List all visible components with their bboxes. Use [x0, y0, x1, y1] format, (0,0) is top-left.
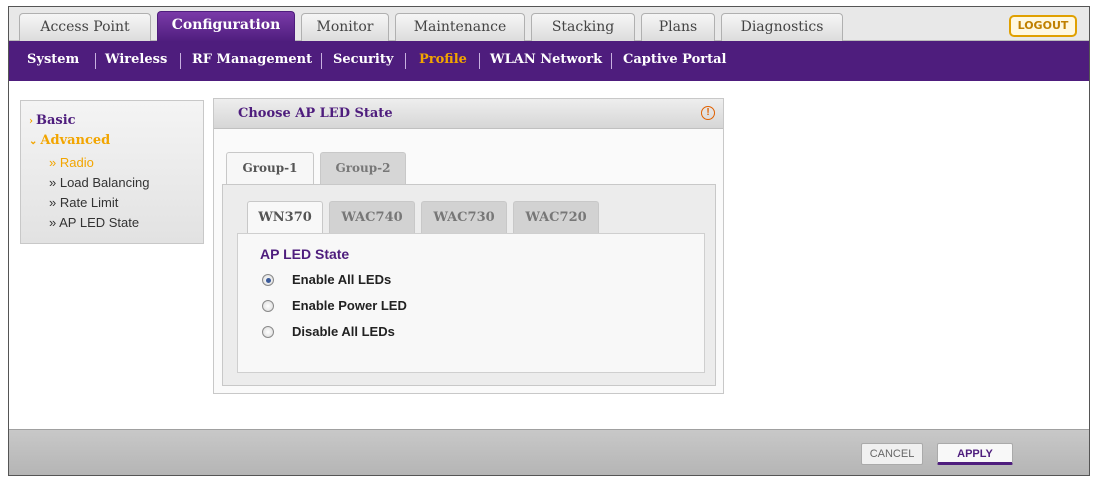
left-nav-item-load-balancing[interactable]: » Load Balancing [49, 175, 149, 190]
tab-model-wac730[interactable]: WAC730 [421, 201, 507, 233]
tab-model-wac720[interactable]: WAC720 [513, 201, 599, 233]
left-nav: › Basic ⌄ Advanced » Radio » Load Balancin… [20, 100, 204, 244]
tab-group-2[interactable]: Group-2 [320, 152, 406, 184]
left-nav-basic[interactable]: › Basic [29, 113, 76, 128]
subnav-separator [611, 53, 612, 69]
left-nav-item-rate-limit[interactable]: » Rate Limit [49, 195, 118, 210]
tab-model-wn370[interactable]: WN370 [247, 201, 323, 234]
left-nav-item-ap-led-state[interactable]: » AP LED State [49, 215, 139, 230]
subnav-separator [95, 53, 96, 69]
tab-group-1[interactable]: Group-1 [226, 152, 314, 185]
subnav-captive-portal[interactable]: Captive Portal [623, 52, 726, 67]
subnav-system[interactable]: System [27, 52, 79, 67]
subnav-separator [405, 53, 406, 69]
subnav-separator [180, 53, 181, 69]
model-content: AP LED State Enable All LEDs Enable Powe… [237, 233, 705, 373]
section-title: AP LED State [260, 246, 350, 262]
panel-header: Choose AP LED State ! [214, 99, 723, 129]
logout-button[interactable]: LOGOUT [1009, 15, 1077, 37]
tab-model-wac740[interactable]: WAC740 [329, 201, 415, 233]
group-content: WN370 WAC740 WAC730 WAC720 AP LED State … [222, 184, 716, 386]
radio-disable-all-leds[interactable] [262, 326, 274, 338]
top-tab-bar: Access Point Configuration Monitor Maint… [9, 7, 1089, 42]
chevron-down-icon: ⌄ [29, 136, 38, 147]
option-label: Enable All LEDs [292, 272, 392, 287]
panel-title: Choose AP LED State [238, 106, 393, 121]
left-nav-advanced[interactable]: ⌄ Advanced [29, 133, 110, 148]
cancel-button[interactable]: CANCEL [861, 443, 923, 465]
ap-led-panel: Choose AP LED State ! Group-1 Group-2 WN… [213, 98, 724, 394]
tab-monitor[interactable]: Monitor [301, 13, 389, 41]
sub-nav-bar: System Wireless RF Management Security P… [9, 41, 1089, 81]
radio-enable-all-leds[interactable] [262, 274, 274, 286]
footer-bar: CANCEL APPLY [9, 429, 1089, 475]
subnav-security[interactable]: Security [333, 52, 393, 67]
tab-diagnostics[interactable]: Diagnostics [721, 13, 843, 41]
apply-button[interactable]: APPLY [937, 443, 1013, 465]
subnav-separator [321, 53, 322, 69]
subnav-wlan-network[interactable]: WLAN Network [490, 52, 602, 67]
tab-maintenance[interactable]: Maintenance [395, 13, 525, 41]
help-icon[interactable]: ! [701, 106, 715, 120]
radio-enable-power-led[interactable] [262, 300, 274, 312]
tab-access-point[interactable]: Access Point [19, 13, 151, 41]
subnav-rf-management[interactable]: RF Management [192, 52, 312, 67]
subnav-separator [479, 53, 480, 69]
tab-configuration[interactable]: Configuration [157, 11, 295, 42]
subnav-wireless[interactable]: Wireless [105, 52, 167, 67]
subnav-profile[interactable]: Profile [419, 52, 467, 67]
app-frame: Access Point Configuration Monitor Maint… [8, 6, 1090, 476]
tab-plans[interactable]: Plans [641, 13, 715, 41]
option-label: Disable All LEDs [292, 324, 395, 339]
chevron-right-icon: › [29, 116, 33, 127]
tab-stacking[interactable]: Stacking [531, 13, 635, 41]
option-label: Enable Power LED [292, 298, 407, 313]
left-nav-item-radio[interactable]: » Radio [49, 155, 94, 170]
